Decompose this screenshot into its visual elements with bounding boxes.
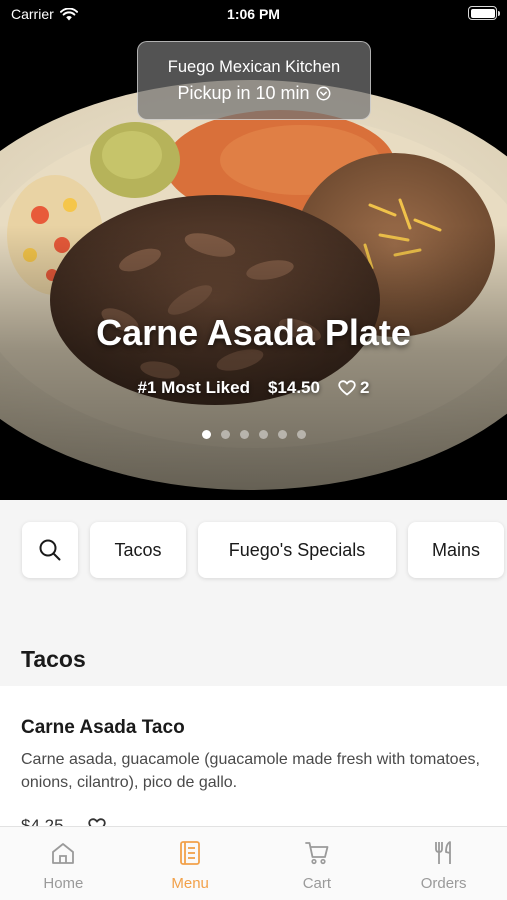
pickup-time-row: Pickup in 10 min bbox=[138, 80, 370, 106]
chevron-down-circle-icon bbox=[316, 86, 330, 100]
tab-home-label: Home bbox=[43, 875, 84, 892]
featured-item-title: Carne Asada Plate bbox=[96, 312, 411, 353]
status-bar: Carrier 1:06 PM bbox=[0, 0, 507, 28]
featured-likes[interactable]: 2 bbox=[338, 378, 369, 398]
menu-book-icon bbox=[178, 839, 202, 867]
carousel-dot[interactable] bbox=[277, 430, 287, 439]
featured-badge: #1 Most Liked bbox=[137, 378, 250, 397]
tab-menu[interactable]: Menu bbox=[127, 827, 254, 900]
bottom-tab-bar: Home Menu Cart Orders bbox=[0, 826, 507, 900]
pickup-time-label: Pickup in 10 min bbox=[177, 83, 310, 103]
category-chip-mains[interactable]: Mains bbox=[408, 522, 504, 578]
hero-banner[interactable]: Carrier 1:06 PM Fuego Mexican Kitchen Pi… bbox=[0, 0, 507, 500]
featured-item-meta: #1 Most Liked $14.50 2 bbox=[0, 378, 507, 398]
likes-count: 2 bbox=[359, 378, 370, 397]
home-icon bbox=[50, 839, 76, 867]
carousel-dot[interactable] bbox=[239, 430, 249, 439]
battery-icon bbox=[468, 6, 500, 20]
search-button[interactable] bbox=[22, 522, 78, 578]
featured-price: $14.50 bbox=[267, 378, 320, 397]
category-chip-specials[interactable]: Fuego's Specials bbox=[198, 522, 396, 578]
utensils-icon bbox=[432, 839, 456, 867]
carousel-pagination[interactable] bbox=[0, 430, 507, 439]
restaurant-name: Fuego Mexican Kitchen bbox=[167, 58, 341, 76]
heart-icon bbox=[338, 380, 356, 396]
pickup-selector[interactable]: Fuego Mexican Kitchen Pickup in 10 min bbox=[137, 41, 371, 120]
tab-home[interactable]: Home bbox=[0, 827, 127, 900]
tab-menu-label: Menu bbox=[171, 875, 209, 892]
menu-item-name: Carne Asada Taco bbox=[21, 717, 185, 738]
tab-cart-label: Cart bbox=[302, 875, 332, 892]
tab-orders-label: Orders bbox=[420, 875, 467, 892]
status-time: 1:06 PM bbox=[227, 6, 280, 22]
carousel-dot[interactable] bbox=[201, 430, 211, 439]
carousel-dot[interactable] bbox=[296, 430, 306, 439]
search-icon bbox=[39, 539, 61, 561]
cart-icon bbox=[304, 839, 330, 867]
category-chips: Tacos Fuego's Specials Mains bbox=[0, 500, 507, 600]
menu-item-description: Carne asada, guacamole (guacamole made f… bbox=[21, 751, 480, 791]
tab-orders[interactable]: Orders bbox=[380, 827, 507, 900]
section-title: Tacos bbox=[21, 646, 86, 672]
carousel-dot[interactable] bbox=[220, 430, 230, 439]
category-chip-tacos[interactable]: Tacos bbox=[90, 522, 186, 578]
carousel-dot[interactable] bbox=[258, 430, 268, 439]
tab-cart[interactable]: Cart bbox=[254, 827, 381, 900]
